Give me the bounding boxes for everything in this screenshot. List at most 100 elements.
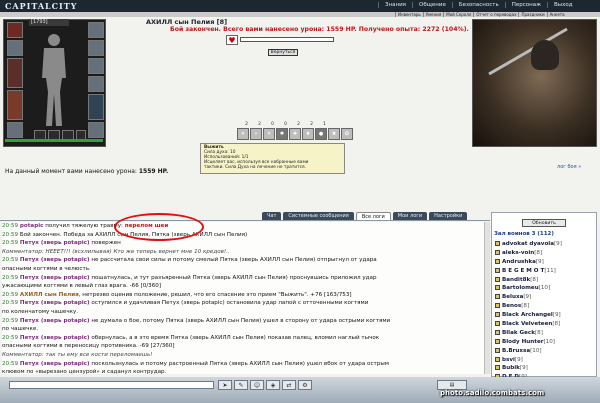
- gloves-slot[interactable]: [88, 76, 104, 92]
- ability-icon[interactable]: ✱: [276, 128, 288, 140]
- player-item[interactable]: Black Archangel[9]: [495, 311, 594, 320]
- ring-slot[interactable]: [88, 58, 104, 74]
- smile-icon[interactable]: ☺: [250, 380, 264, 390]
- battle-log-link[interactable]: лог боя »: [557, 164, 581, 170]
- chat-input[interactable]: [9, 381, 214, 389]
- filter-icon[interactable]: ◈: [266, 380, 280, 390]
- player-item[interactable]: Bandit8k[8]: [495, 276, 594, 285]
- tab-settings[interactable]: Настройки: [429, 212, 468, 220]
- message-author[interactable]: АХИЛЛ сын Пелия: [20, 292, 79, 298]
- message-time: 20:59: [2, 300, 19, 307]
- menu-knowledge[interactable]: Знания: [378, 2, 412, 8]
- player-name[interactable]: aleks-voin: [502, 250, 534, 256]
- menu-exit[interactable]: Выход: [547, 2, 579, 8]
- player-name[interactable]: bsvi: [502, 357, 515, 363]
- message-text: получил тяжелую травму:: [43, 223, 125, 229]
- send-icon[interactable]: ➤: [218, 380, 232, 390]
- chat-message: 20:59 Петух (зверь potapic) не думала о …: [2, 317, 488, 326]
- message-author[interactable]: Петух (зверь potapic): [20, 275, 90, 281]
- clan-icon: [495, 321, 500, 327]
- player-name[interactable]: Benos: [502, 303, 521, 309]
- player-name[interactable]: Black Velveteen: [502, 321, 552, 327]
- tab-all-logs[interactable]: Все логи: [355, 212, 391, 220]
- submenu-transfers[interactable]: Отчет о переводах: [473, 12, 518, 17]
- clan-icon: [495, 312, 500, 318]
- armor-slot[interactable]: [7, 90, 23, 120]
- player-item[interactable]: Bubik[9]: [495, 364, 594, 373]
- player-name[interactable]: Beluxa: [502, 294, 523, 300]
- player-item[interactable]: aleks-voin[8]: [495, 249, 594, 258]
- tab-system-messages[interactable]: Системные сообщения: [283, 212, 354, 220]
- weapon-slot[interactable]: [7, 58, 23, 88]
- translit-icon[interactable]: ⇄: [282, 380, 296, 390]
- player-name[interactable]: B.Bruxsa: [502, 348, 530, 354]
- menu-character[interactable]: Персонаж: [504, 2, 547, 8]
- player-item[interactable]: advokat dyavola[9]: [495, 240, 594, 249]
- submenu-profile[interactable]: Анкета: [546, 12, 567, 17]
- player-name[interactable]: Bubik: [502, 365, 520, 371]
- chat-message: по коленчатому чашечку.: [2, 308, 488, 317]
- player-name[interactable]: B E G E M O T: [502, 268, 544, 274]
- player-name[interactable]: Bllak Geck: [502, 330, 535, 336]
- message-author[interactable]: Петух (зверь potapic): [20, 361, 90, 367]
- message-author[interactable]: Петух (зверь potapic): [20, 300, 90, 306]
- opponent-name[interactable]: АХИЛЛ сын Пелия [8]: [146, 18, 227, 26]
- necklace-slot[interactable]: [88, 40, 104, 56]
- shield-slot[interactable]: [88, 94, 104, 120]
- clear-icon[interactable]: ✎: [234, 380, 248, 390]
- message-author[interactable]: Петух (зверь potapic): [20, 318, 90, 324]
- message-text: опасными когтями в переносицу противника…: [2, 343, 175, 350]
- ability-icon[interactable]: ●: [315, 128, 327, 140]
- tab-my-logs[interactable]: Мои логи: [392, 212, 428, 220]
- player-item[interactable]: bsvi[9]: [495, 356, 594, 365]
- player-item[interactable]: Benos[8]: [495, 302, 594, 311]
- chat-buttons: ➤ ✎ ☺ ◈ ⇄ ⚙: [218, 380, 312, 390]
- player-item[interactable]: B E G E M O T[11]: [495, 267, 594, 276]
- helmet-slot[interactable]: [7, 22, 23, 38]
- player-name[interactable]: Bartolomeu: [502, 285, 539, 291]
- submenu-scroll[interactable]: Мой Скролл: [443, 12, 473, 17]
- tab-chat[interactable]: Чат: [262, 212, 282, 220]
- message-author[interactable]: Петух (зверь potapic): [20, 240, 90, 246]
- player-name[interactable]: advokat dyavola: [502, 241, 554, 247]
- refresh-button[interactable]: Обновить: [522, 219, 566, 227]
- chat-message: клювом по «вырезано цензурой» и саданул …: [2, 368, 488, 374]
- ability-icon[interactable]: ✪: [341, 128, 353, 140]
- player-name[interactable]: Andrushka: [502, 259, 536, 265]
- ability-icon[interactable]: ✦: [237, 128, 249, 140]
- submenu-holidays[interactable]: Праздники: [518, 12, 546, 17]
- message-author[interactable]: potapic: [20, 223, 44, 229]
- player-item[interactable]: B.Bruxsa[10]: [495, 347, 594, 356]
- submenu-skills[interactable]: Умения: [422, 12, 444, 17]
- player-level: [9]: [519, 365, 528, 372]
- player-item[interactable]: Black Velveteen[8]: [495, 320, 594, 329]
- player-item[interactable]: Andrushka[9]: [495, 258, 594, 267]
- player-item[interactable]: Bllak Geck[8]: [495, 329, 594, 338]
- player-name[interactable]: Blody Hunter: [502, 339, 544, 345]
- chat-scrollbar[interactable]: [484, 222, 490, 374]
- player-item[interactable]: Beluxa[9]: [495, 293, 594, 302]
- boots-slot[interactable]: [88, 122, 104, 138]
- player-item[interactable]: Bartolomeu[10]: [495, 284, 594, 293]
- ability-icon[interactable]: ✧: [250, 128, 262, 140]
- ability-count: 0: [284, 122, 287, 127]
- clan-icon: [495, 276, 500, 282]
- return-button[interactable]: Вернуться: [268, 49, 298, 56]
- ability-icon[interactable]: ♦: [302, 128, 314, 140]
- ability-icon[interactable]: ✖: [328, 128, 340, 140]
- settings-icon[interactable]: ⚙: [298, 380, 312, 390]
- player-name[interactable]: Bandit8k: [502, 277, 530, 283]
- menu-communication[interactable]: Общение: [411, 2, 452, 8]
- belt-slot[interactable]: [7, 122, 23, 138]
- message-author[interactable]: Петух (зверь potapic): [20, 335, 90, 341]
- submenu-inventory[interactable]: Инвентарь: [395, 12, 423, 17]
- message-author[interactable]: Петух (зверь potapic): [20, 257, 90, 263]
- player-name[interactable]: Black Archangel: [502, 312, 553, 318]
- amulet-slot[interactable]: [7, 40, 23, 56]
- ability-icon[interactable]: ✶: [263, 128, 275, 140]
- player-item[interactable]: Blody Hunter[10]: [495, 338, 594, 347]
- earring-slot[interactable]: [88, 22, 104, 38]
- chat-message: 20:59 Петух (зверь potapic) оступился и …: [2, 299, 488, 308]
- ability-icon[interactable]: ✚: [289, 128, 301, 140]
- menu-security[interactable]: Безопасность: [451, 2, 505, 8]
